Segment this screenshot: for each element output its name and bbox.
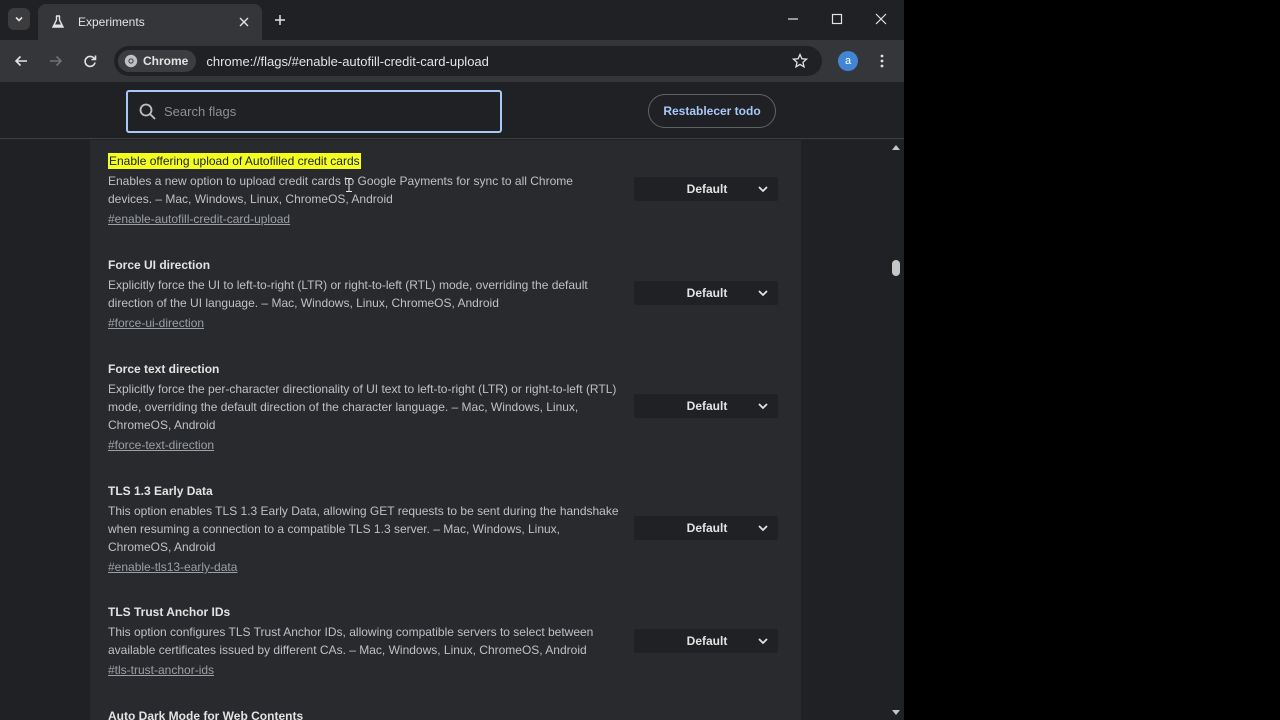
flask-icon <box>50 14 66 30</box>
new-tab-button[interactable] <box>270 10 290 30</box>
scrollbar-thumb[interactable] <box>892 260 900 276</box>
flags-list: Enable offering upload of Autofilled cre… <box>90 140 801 720</box>
arrow-left-icon <box>14 55 27 67</box>
bookmark-star-icon[interactable] <box>790 51 810 71</box>
flags-header: Restablecer todo <box>0 82 904 139</box>
flag-title: Force text direction <box>108 362 220 376</box>
profile-avatar[interactable]: a <box>838 51 858 71</box>
reload-button[interactable] <box>78 49 102 73</box>
maximize-icon <box>831 13 843 25</box>
tab-experiments[interactable]: Experiments <box>38 4 262 40</box>
site-info-chip[interactable]: Chrome <box>118 50 197 72</box>
select-value: Default <box>686 399 728 413</box>
reload-icon <box>84 55 97 68</box>
minimize-button[interactable] <box>771 0 815 38</box>
chip-label: Chrome <box>143 54 189 68</box>
close-icon <box>875 13 887 25</box>
chevron-down-icon <box>758 525 768 532</box>
flag-title: Force UI direction <box>108 258 211 272</box>
chrome-logo-icon <box>124 54 138 68</box>
chevron-down-icon <box>758 403 768 410</box>
tab-strip: Experiments <box>0 0 904 40</box>
flag-state-select[interactable]: Default <box>634 177 778 201</box>
flag-link[interactable]: #enable-autofill-credit-card-upload <box>108 210 290 228</box>
flags-page: Restablecer todo Enable offering upload … <box>0 82 904 720</box>
page-scrollbar[interactable] <box>888 140 904 720</box>
flag-link[interactable]: #tls-trust-anchor-ids <box>108 661 214 679</box>
flag-state-select[interactable]: Default <box>634 394 778 418</box>
chevron-down-icon <box>758 186 768 193</box>
flag-link[interactable]: #force-ui-direction <box>108 314 204 332</box>
more-menu-button[interactable] <box>872 50 892 72</box>
flag-description: Explicitly force the UI to left-to-right… <box>108 278 588 310</box>
forward-button[interactable] <box>44 49 68 73</box>
reset-all-button[interactable]: Restablecer todo <box>648 94 776 128</box>
flag-description: This option enables TLS 1.3 Early Data, … <box>108 504 619 554</box>
flag-description: This option configures TLS Trust Anchor … <box>108 625 594 657</box>
flag-state-select[interactable]: Default <box>634 629 778 653</box>
select-value: Default <box>686 286 728 300</box>
search-icon <box>139 103 156 120</box>
flag-description: Explicitly force the per-character direc… <box>108 382 617 432</box>
maximize-button[interactable] <box>815 0 859 38</box>
text-cursor-icon <box>346 178 352 192</box>
chevron-down-icon <box>758 638 768 645</box>
flag-link[interactable]: #force-text-direction <box>108 436 214 454</box>
search-box[interactable] <box>126 90 502 133</box>
url-text[interactable]: chrome://flags/#enable-autofill-credit-c… <box>206 54 790 69</box>
arrow-right-icon <box>50 55 63 67</box>
tab-title: Experiments <box>78 15 145 29</box>
address-bar[interactable]: Chrome chrome://flags/#enable-autofill-c… <box>114 46 822 76</box>
select-value: Default <box>686 521 728 535</box>
select-value: Default <box>686 634 728 648</box>
minimize-icon <box>788 18 798 20</box>
flag-title: TLS 1.3 Early Data <box>108 484 213 498</box>
chevron-down-icon <box>15 16 23 22</box>
flag-link[interactable]: #enable-tls13-early-data <box>108 558 237 576</box>
flag-item: Auto Dark Mode for Web Contents <box>108 707 788 720</box>
toolbar: Chrome chrome://flags/#enable-autofill-c… <box>0 40 904 82</box>
close-window-button[interactable] <box>859 0 903 38</box>
search-flags-input[interactable] <box>164 104 464 119</box>
flag-state-select[interactable]: Default <box>634 281 778 305</box>
tab-search-button[interactable] <box>8 8 30 30</box>
close-tab-icon[interactable] <box>236 14 252 30</box>
kebab-menu-icon <box>880 54 884 68</box>
chevron-down-icon <box>758 290 768 297</box>
flag-title: Auto Dark Mode for Web Contents <box>108 709 304 720</box>
back-button[interactable] <box>9 49 33 73</box>
scroll-up-arrow-icon[interactable] <box>892 144 900 150</box>
flag-title: Enable offering upload of Autofilled cre… <box>108 153 361 169</box>
plus-icon <box>275 15 285 25</box>
flag-state-select[interactable]: Default <box>634 516 778 540</box>
flag-title: TLS Trust Anchor IDs <box>108 605 231 619</box>
browser-window: Experiments Chrome chrome://flags/#enabl… <box>0 0 904 720</box>
select-value: Default <box>686 182 728 196</box>
scroll-down-arrow-icon[interactable] <box>892 710 900 716</box>
flag-description: Enables a new option to upload credit ca… <box>108 174 573 206</box>
